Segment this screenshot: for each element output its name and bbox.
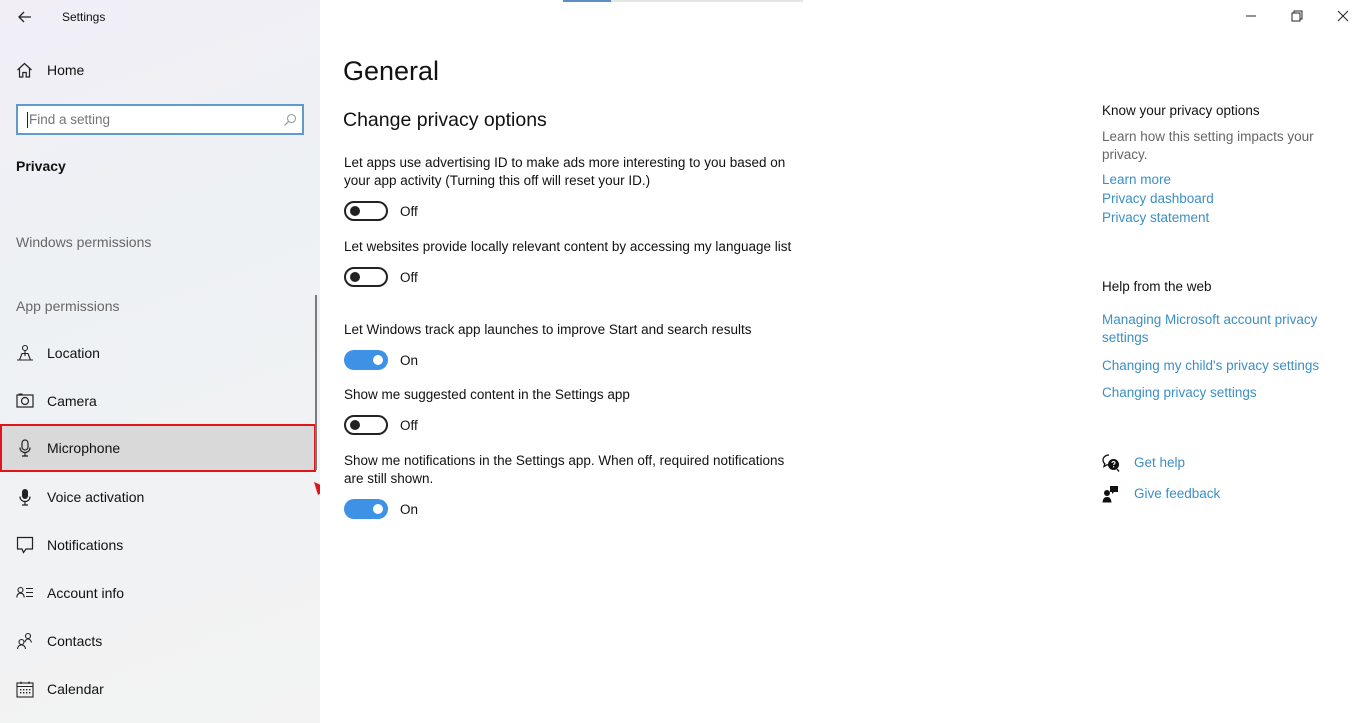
toggle-language-list[interactable]: Off: [344, 267, 794, 287]
toggle-knob: [373, 504, 383, 514]
toggle-advertising-id[interactable]: Off: [344, 201, 794, 221]
option-settings-notifications: Show me notifications in the Settings ap…: [344, 452, 794, 519]
calendar-icon: [16, 680, 34, 698]
sidebar-item-microphone[interactable]: Microphone: [0, 424, 316, 472]
voice-activation-icon: [16, 488, 34, 506]
sidebar-item-voice-activation[interactable]: Voice activation: [0, 473, 316, 521]
sidebar-item-label: Contacts: [47, 633, 103, 649]
toggle-suggested-content[interactable]: Off: [344, 415, 794, 435]
child-privacy-link[interactable]: Changing my child's privacy settings: [1102, 356, 1342, 375]
search-input[interactable]: [29, 112, 278, 127]
sidebar-item-label: Voice activation: [47, 489, 145, 505]
toggle-settings-notifications[interactable]: On: [344, 499, 794, 519]
toggle-track-app-launches[interactable]: On: [344, 350, 794, 370]
restore-icon: [1291, 10, 1303, 22]
toggle-state: Off: [400, 417, 418, 433]
option-description: Let websites provide locally relevant co…: [344, 239, 792, 254]
option-description: Let apps use advertising ID to make ads …: [344, 155, 786, 188]
minimize-button[interactable]: [1228, 0, 1274, 32]
sidebar-item-label: Microphone: [47, 440, 121, 456]
option-description: Show me suggested content in the Setting…: [344, 387, 630, 402]
sidebar-item-label: Location: [47, 345, 100, 361]
privacy-statement-link[interactable]: Privacy statement: [1102, 208, 1352, 227]
sidebar-item-label: Calendar: [47, 681, 104, 697]
account-info-icon: [16, 584, 34, 602]
toggle-knob: [350, 206, 360, 216]
toggle-switch[interactable]: [344, 499, 388, 519]
sidebar-item-account-info[interactable]: Account info: [0, 569, 316, 617]
microphone-icon: [16, 439, 34, 457]
sidebar-item-camera[interactable]: Camera: [0, 377, 316, 425]
know-privacy-text: Learn how this setting impacts your priv…: [1102, 129, 1314, 162]
loading-progress-bar: [563, 0, 803, 2]
give-feedback-item[interactable]: Give feedback: [1102, 484, 1220, 503]
loading-progress-fill: [563, 0, 611, 2]
sidebar-item-label: Account info: [47, 585, 125, 601]
text-caret: [27, 111, 28, 128]
option-description: Let Windows track app launches to improv…: [344, 322, 752, 337]
section-title: Privacy: [16, 158, 66, 174]
contacts-icon: [16, 632, 34, 650]
sidebar-item-notifications[interactable]: Notifications: [0, 521, 316, 569]
changing-privacy-link[interactable]: Changing privacy settings: [1102, 383, 1342, 402]
toggle-state: On: [400, 352, 419, 368]
toggle-state: Off: [400, 203, 418, 219]
toggle-state: Off: [400, 269, 418, 285]
section-subtitle: Change privacy options: [343, 109, 547, 131]
toggle-switch[interactable]: [344, 267, 388, 287]
search-icon[interactable]: [278, 113, 302, 127]
camera-icon: [16, 392, 34, 410]
option-language-list: Let websites provide locally relevant co…: [344, 238, 794, 287]
give-feedback-icon: [1102, 485, 1120, 503]
sidebar-item-contacts[interactable]: Contacts: [0, 617, 316, 665]
sidebar-scrollbar[interactable]: [315, 295, 317, 470]
back-arrow-icon: [18, 11, 31, 23]
sidebar-item-label: Camera: [47, 393, 97, 409]
toggle-knob: [350, 420, 360, 430]
page-title: General: [343, 56, 440, 86]
sidebar-item-calendar[interactable]: Calendar: [0, 665, 316, 713]
give-feedback-link[interactable]: Give feedback: [1134, 484, 1220, 503]
minimize-icon: [1246, 15, 1256, 17]
home-label: Home: [47, 62, 85, 78]
search-box[interactable]: [16, 104, 304, 135]
toggle-switch[interactable]: [344, 201, 388, 221]
option-description: Show me notifications in the Settings ap…: [344, 453, 785, 486]
sidebar-item-location[interactable]: Location: [0, 329, 316, 377]
know-privacy-section: Know your privacy options Learn how this…: [1102, 103, 1352, 227]
home-icon: [17, 62, 32, 78]
option-suggested-content: Show me suggested content in the Setting…: [344, 386, 794, 435]
group-label-windows-permissions: Windows permissions: [16, 234, 152, 250]
get-help-icon: [1102, 453, 1120, 472]
location-icon: [16, 344, 34, 362]
toggle-knob: [350, 272, 360, 282]
toggle-switch[interactable]: [344, 350, 388, 370]
toggle-knob: [373, 355, 383, 365]
managing-account-privacy-link[interactable]: Managing Microsoft account privacy setti…: [1102, 311, 1342, 347]
sidebar-item-home[interactable]: Home: [16, 62, 84, 78]
group-label-app-permissions: App permissions: [16, 298, 120, 314]
get-help-item[interactable]: Get help: [1102, 453, 1185, 472]
help-web-section: Help from the web Managing Microsoft acc…: [1102, 279, 1342, 402]
notifications-icon: [16, 536, 34, 554]
close-icon: [1337, 10, 1349, 22]
learn-more-link[interactable]: Learn more: [1102, 170, 1352, 189]
know-privacy-heading: Know your privacy options: [1102, 103, 1260, 118]
back-button[interactable]: [14, 6, 36, 28]
sidebar-item-label: Notifications: [47, 537, 124, 553]
option-track-app-launches: Let Windows track app launches to improv…: [344, 321, 794, 370]
sidebar: Settings Home Privacy Windows permission…: [0, 0, 320, 723]
close-button[interactable]: [1320, 0, 1366, 32]
privacy-dashboard-link[interactable]: Privacy dashboard: [1102, 189, 1352, 208]
main-content: General Change privacy options Let apps …: [320, 0, 1366, 723]
toggle-state: On: [400, 501, 419, 517]
app-title: Settings: [62, 10, 106, 24]
help-web-heading: Help from the web: [1102, 279, 1212, 294]
toggle-switch[interactable]: [344, 415, 388, 435]
get-help-link[interactable]: Get help: [1134, 453, 1185, 472]
restore-button[interactable]: [1274, 0, 1320, 32]
option-advertising-id: Let apps use advertising ID to make ads …: [344, 154, 794, 221]
